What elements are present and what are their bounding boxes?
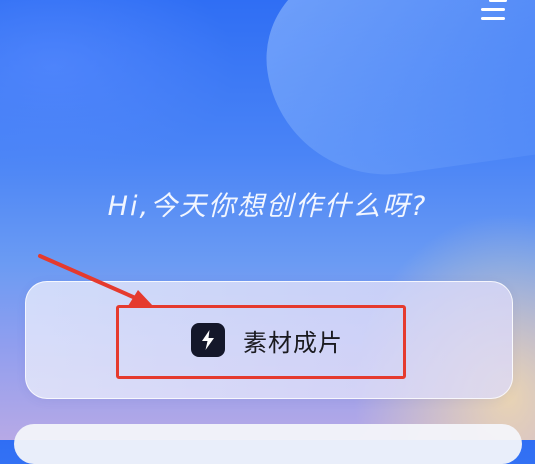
bottom-card <box>14 424 522 464</box>
greeting-text: Hi,今天你想创作什么呀? <box>107 191 428 222</box>
annotation-highlight-box <box>116 305 406 379</box>
menu-icon[interactable] <box>481 0 507 22</box>
